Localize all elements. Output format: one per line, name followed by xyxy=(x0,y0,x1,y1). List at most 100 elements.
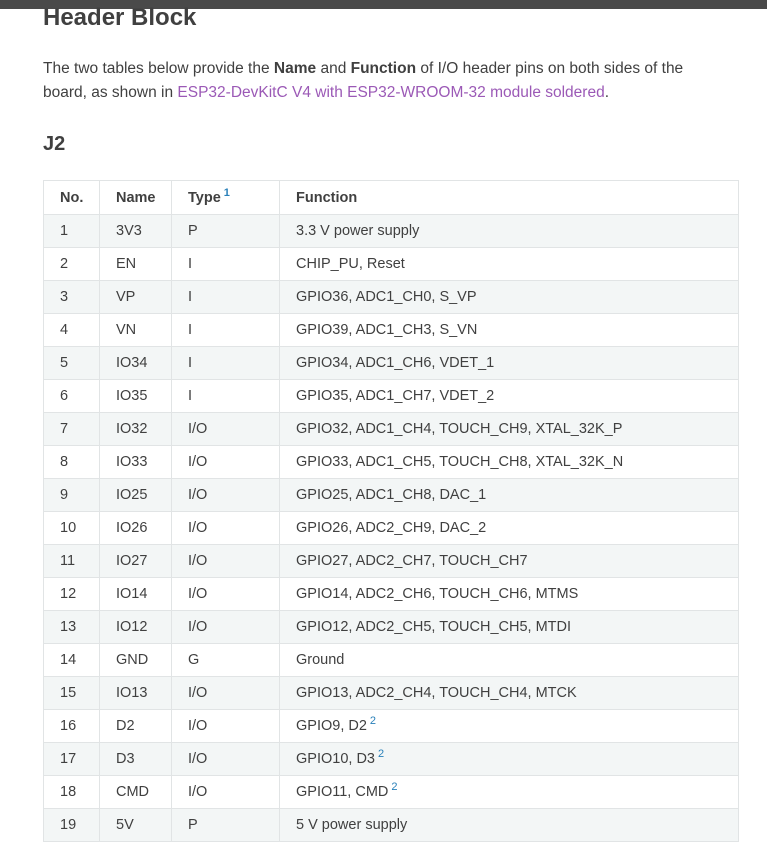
col-header-type-label: Type xyxy=(188,189,221,206)
cell-type: I/O xyxy=(171,742,280,776)
cell-no: 10 xyxy=(43,511,100,545)
function-text: GPIO25, ADC1_CH8, DAC_1 xyxy=(296,487,487,503)
table-row: 16 D2 I/O GPIO9, D2 2 xyxy=(43,709,739,743)
table-row: 2 EN I CHIP_PU, Reset xyxy=(43,247,739,281)
function-text: 5 V power supply xyxy=(296,817,408,833)
function-text: GPIO36, ADC1_CH0, S_VP xyxy=(296,289,477,305)
cell-name: 5V xyxy=(99,808,172,842)
cell-type: P xyxy=(171,214,280,248)
cell-no: 8 xyxy=(43,445,100,479)
footnote-link[interactable]: 2 xyxy=(391,781,397,793)
cell-name: VN xyxy=(99,313,172,347)
table-row: 5 IO34 I GPIO34, ADC1_CH6, VDET_1 xyxy=(43,346,739,380)
function-text: GPIO14, ADC2_CH6, TOUCH_CH6, MTMS xyxy=(296,586,579,602)
col-header-no: No. xyxy=(43,180,100,215)
cell-name: IO25 xyxy=(99,478,172,512)
table-header-row: No. Name Type 1 Function xyxy=(43,180,739,215)
col-header-type: Type 1 xyxy=(171,180,280,215)
cell-name: 3V3 xyxy=(99,214,172,248)
function-text: GPIO39, ADC1_CH3, S_VN xyxy=(296,322,478,338)
footnote-link[interactable]: 2 xyxy=(378,748,384,760)
function-text: GPIO27, ADC2_CH7, TOUCH_CH7 xyxy=(296,553,528,569)
table-row: 11 IO27 I/O GPIO27, ADC2_CH7, TOUCH_CH7 xyxy=(43,544,739,578)
cell-type: P xyxy=(171,808,280,842)
cell-no: 17 xyxy=(43,742,100,776)
cell-name: IO35 xyxy=(99,379,172,413)
intro-text: . xyxy=(604,84,610,101)
cell-name: GND xyxy=(99,643,172,677)
cell-no: 11 xyxy=(43,544,100,578)
intro-text: The two tables below provide the xyxy=(43,60,274,77)
cell-name: IO14 xyxy=(99,577,172,611)
cell-function: 5 V power supply xyxy=(279,808,739,842)
intro-text: and xyxy=(316,60,351,77)
board-image-link[interactable]: ESP32-DevKitC V4 with ESP32-WROOM-32 mod… xyxy=(177,84,604,101)
table-row: 10 IO26 I/O GPIO26, ADC2_CH9, DAC_2 xyxy=(43,511,739,545)
cell-no: 18 xyxy=(43,775,100,809)
function-text: GPIO13, ADC2_CH4, TOUCH_CH4, MTCK xyxy=(296,685,577,701)
cell-no: 19 xyxy=(43,808,100,842)
cell-function: Ground xyxy=(279,643,739,677)
j2-pin-table: No. Name Type 1 Function 1 3V3 P 3.3 V power… xyxy=(43,180,739,842)
cell-no: 13 xyxy=(43,610,100,644)
col-header-name: Name xyxy=(99,180,172,215)
cell-function: GPIO25, ADC1_CH8, DAC_1 xyxy=(279,478,739,512)
cell-function: GPIO33, ADC1_CH5, TOUCH_CH8, XTAL_32K_N xyxy=(279,445,739,479)
cell-type: I/O xyxy=(171,775,280,809)
cell-type: I/O xyxy=(171,676,280,710)
footnote-link[interactable]: 1 xyxy=(224,187,230,199)
cell-no: 2 xyxy=(43,247,100,281)
table-row: 17 D3 I/O GPIO10, D3 2 xyxy=(43,742,739,776)
table-row: 4 VN I GPIO39, ADC1_CH3, S_VN xyxy=(43,313,739,347)
table-row: 8 IO33 I/O GPIO33, ADC1_CH5, TOUCH_CH8, XTA… xyxy=(43,445,739,479)
function-text: Ground xyxy=(296,652,345,668)
cell-function: GPIO13, ADC2_CH4, TOUCH_CH4, MTCK xyxy=(279,676,739,710)
table-row: 15 IO13 I/O GPIO13, ADC2_CH4, TOUCH_CH4, MT… xyxy=(43,676,739,710)
function-text: GPIO10, D3 xyxy=(296,751,375,767)
cell-function: GPIO39, ADC1_CH3, S_VN xyxy=(279,313,739,347)
table-row: 13 IO12 I/O GPIO12, ADC2_CH5, TOUCH_CH5, MT… xyxy=(43,610,739,644)
table-row: 14 GND G Ground xyxy=(43,643,739,677)
intro-bold-function: Function xyxy=(350,60,417,77)
table-row: 3 VP I GPIO36, ADC1_CH0, S_VP xyxy=(43,280,739,314)
cell-type: I xyxy=(171,346,280,380)
cell-function: GPIO26, ADC2_CH9, DAC_2 xyxy=(279,511,739,545)
intro-bold-name: Name xyxy=(273,60,317,77)
cell-no: 1 xyxy=(43,214,100,248)
function-text: GPIO35, ADC1_CH7, VDET_2 xyxy=(296,388,495,404)
function-text: GPIO11, CMD xyxy=(296,784,389,800)
table-body: 1 3V3 P 3.3 V power supply 2 EN I CHIP_PU, Rese… xyxy=(43,214,739,842)
table-row: 6 IO35 I GPIO35, ADC1_CH7, VDET_2 xyxy=(43,379,739,413)
table-row: 12 IO14 I/O GPIO14, ADC2_CH6, TOUCH_CH6, MT… xyxy=(43,577,739,611)
cell-function: GPIO9, D2 2 xyxy=(279,709,739,743)
cell-no: 9 xyxy=(43,478,100,512)
cell-type: I/O xyxy=(171,610,280,644)
function-text: CHIP_PU, Reset xyxy=(296,256,405,272)
cell-name: D2 xyxy=(99,709,172,743)
cell-type: I/O xyxy=(171,478,280,512)
function-text: GPIO32, ADC1_CH4, TOUCH_CH9, XTAL_32K_P xyxy=(296,421,623,437)
cell-type: G xyxy=(171,643,280,677)
cell-type: I xyxy=(171,379,280,413)
cell-name: D3 xyxy=(99,742,172,776)
cell-type: I/O xyxy=(171,544,280,578)
page-title: Header Block xyxy=(43,4,197,31)
cell-function: GPIO35, ADC1_CH7, VDET_2 xyxy=(279,379,739,413)
footnote-link[interactable]: 2 xyxy=(370,715,376,727)
function-text: 3.3 V power supply xyxy=(296,223,420,239)
cell-no: 7 xyxy=(43,412,100,446)
cell-function: GPIO14, ADC2_CH6, TOUCH_CH6, MTMS xyxy=(279,577,739,611)
cell-type: I xyxy=(171,280,280,314)
cell-no: 4 xyxy=(43,313,100,347)
cell-function: GPIO34, ADC1_CH6, VDET_1 xyxy=(279,346,739,380)
cell-no: 16 xyxy=(43,709,100,743)
cell-function: GPIO10, D3 2 xyxy=(279,742,739,776)
cell-no: 3 xyxy=(43,280,100,314)
cell-name: IO33 xyxy=(99,445,172,479)
function-text: GPIO34, ADC1_CH6, VDET_1 xyxy=(296,355,495,371)
cell-no: 5 xyxy=(43,346,100,380)
table-row: 7 IO32 I/O GPIO32, ADC1_CH4, TOUCH_CH9, XTA… xyxy=(43,412,739,446)
cell-function: CHIP_PU, Reset xyxy=(279,247,739,281)
cell-type: I/O xyxy=(171,445,280,479)
cell-name: IO26 xyxy=(99,511,172,545)
